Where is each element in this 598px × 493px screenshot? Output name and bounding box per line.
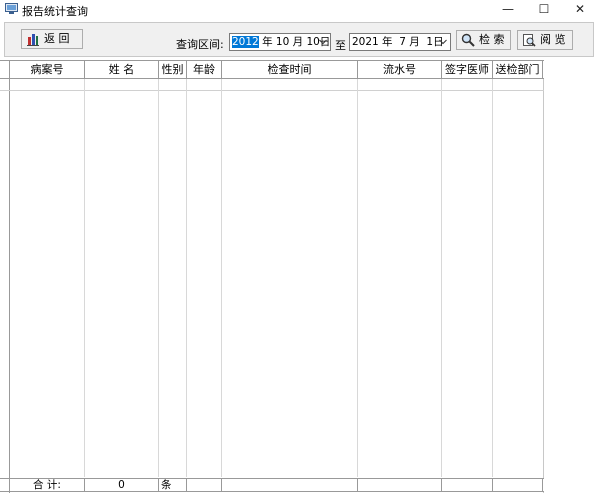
chevron-down-icon[interactable]: [319, 38, 327, 46]
empty-row-divider: [0, 90, 544, 91]
column-header-serial-no[interactable]: 流水号: [358, 61, 442, 78]
column-header-case-no[interactable]: 病案号: [10, 61, 85, 78]
totals-row: 合 计: 0 条: [0, 478, 544, 492]
preview-icon: [523, 34, 536, 47]
chevron-down-icon[interactable]: [439, 38, 447, 46]
column-header-name[interactable]: 姓 名: [85, 61, 159, 78]
search-icon: [461, 33, 475, 47]
footer-indicator-cell: [0, 479, 10, 491]
title-bar: 报告统计查询 — ☐ ✕: [0, 0, 598, 19]
back-label: 返 回: [44, 32, 70, 45]
column-header-age[interactable]: 年龄: [187, 61, 222, 78]
footer-cell: [187, 479, 222, 491]
start-date-picker[interactable]: 2012 年 10 月 10日: [229, 33, 331, 51]
total-count: 0: [85, 479, 159, 491]
total-unit: 条: [159, 479, 187, 491]
results-grid[interactable]: [0, 60, 544, 493]
column-header-exam-time[interactable]: 检查时间: [222, 61, 358, 78]
minimize-button[interactable]: —: [490, 0, 526, 19]
maximize-button[interactable]: ☐: [526, 0, 562, 19]
search-button[interactable]: 检 索: [456, 30, 511, 50]
query-range-label: 查询区间:: [176, 38, 224, 51]
start-date-year[interactable]: 2012: [232, 36, 259, 48]
search-label: 检 索: [479, 33, 505, 46]
to-label: 至: [335, 39, 346, 52]
column-header-department[interactable]: 送检部门: [493, 61, 543, 78]
column-divider: [441, 79, 442, 477]
footer-cell: [493, 479, 543, 491]
close-button[interactable]: ✕: [562, 0, 598, 19]
window-title: 报告统计查询: [22, 5, 88, 18]
end-date-picker[interactable]: 2021 年 7 月 1日: [349, 33, 451, 51]
footer-cell: [358, 479, 442, 491]
column-divider: [158, 79, 159, 477]
column-divider: [186, 79, 187, 477]
column-divider: [492, 79, 493, 477]
row-indicator-column: [0, 60, 10, 493]
column-header-sex[interactable]: 性别: [159, 61, 187, 78]
column-divider: [84, 79, 85, 477]
browse-button[interactable]: 阅 览: [517, 30, 573, 50]
footer-cell: [442, 479, 493, 491]
browse-label: 阅 览: [540, 33, 566, 46]
column-header-doctor[interactable]: 签字医师: [442, 61, 493, 78]
header-indicator-cell: [0, 61, 10, 78]
back-icon: [27, 34, 39, 46]
back-button[interactable]: 返 回: [21, 29, 83, 49]
footer-cell: [222, 479, 358, 491]
column-divider: [221, 79, 222, 477]
column-divider: [357, 79, 358, 477]
end-date-text: 2021 年 7 月 1日: [352, 36, 444, 48]
table-header: 病案号 姓 名 性别 年龄 检查时间 流水号 签字医师 送检部门: [0, 60, 544, 79]
app-icon: [5, 3, 18, 14]
total-label: 合 计:: [10, 479, 85, 491]
